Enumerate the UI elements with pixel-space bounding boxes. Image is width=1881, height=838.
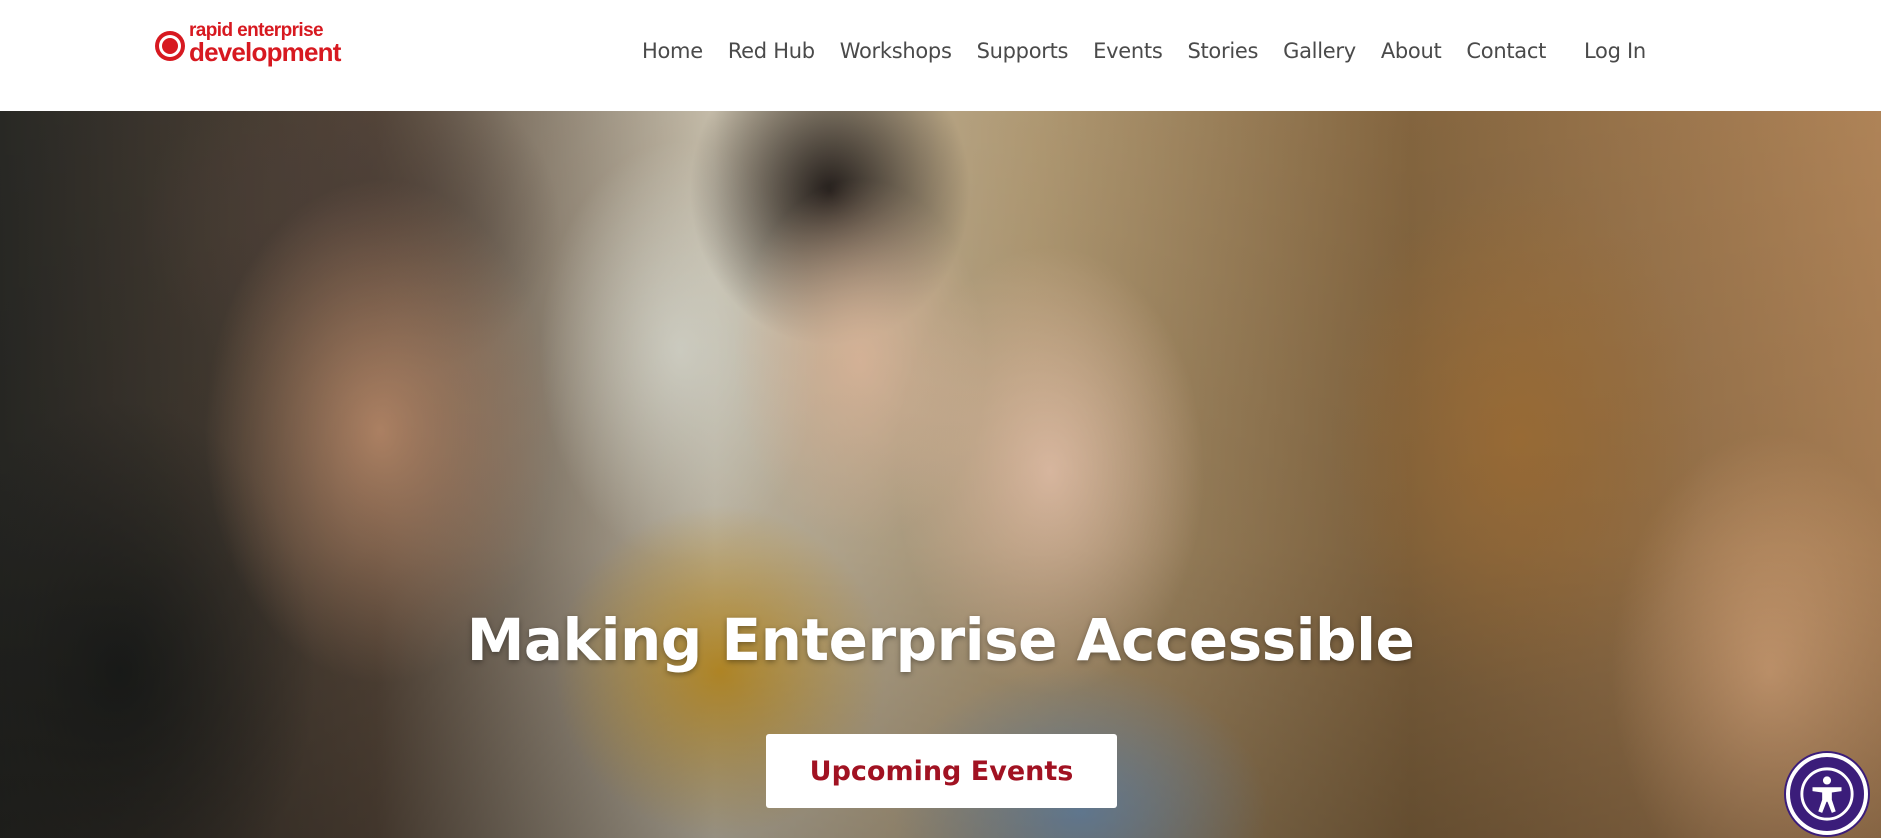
nav-workshops[interactable]: Workshops <box>840 39 952 63</box>
accessibility-widget-button[interactable] <box>1786 753 1868 835</box>
nav-events[interactable]: Events <box>1093 39 1163 63</box>
nav-supports[interactable]: Supports <box>977 39 1069 63</box>
nav-contact[interactable]: Contact <box>1466 39 1546 63</box>
upcoming-events-button[interactable]: Upcoming Events <box>766 734 1117 808</box>
logo-mark-icon <box>155 31 185 61</box>
site-logo[interactable]: rapid enterprise development <box>155 18 341 68</box>
nav-home[interactable]: Home <box>642 39 703 63</box>
site-header: rapid enterprise development Home Red Hu… <box>0 0 1881 111</box>
hero-section: Making Enterprise Accessible Upcoming Ev… <box>0 111 1881 838</box>
main-nav: Home Red Hub Workshops Supports Events S… <box>642 30 1646 72</box>
nav-stories[interactable]: Stories <box>1187 39 1258 63</box>
nav-red-hub[interactable]: Red Hub <box>728 39 815 63</box>
accessibility-icon <box>1800 767 1854 821</box>
logo-text: rapid enterprise development <box>189 21 341 65</box>
login-link[interactable]: Log In <box>1584 39 1646 63</box>
nav-gallery[interactable]: Gallery <box>1283 39 1356 63</box>
nav-about[interactable]: About <box>1381 39 1442 63</box>
hero-title: Making Enterprise Accessible <box>466 606 1415 674</box>
logo-line-2: development <box>189 37 341 67</box>
